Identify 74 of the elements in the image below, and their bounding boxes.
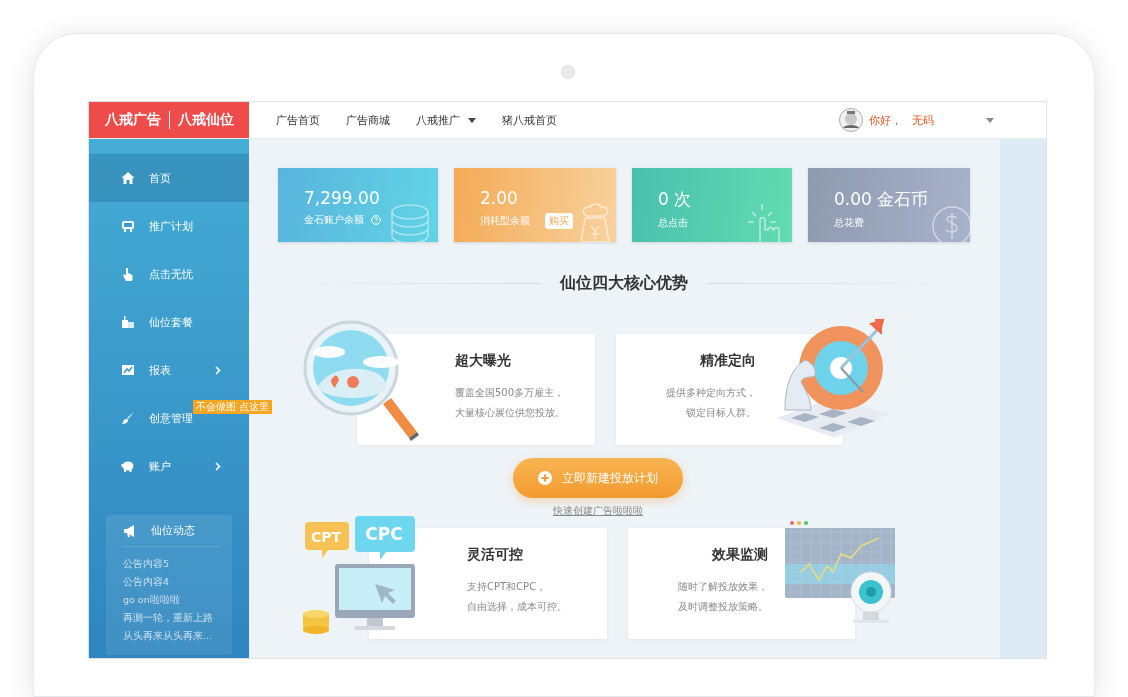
help-icon[interactable]	[371, 215, 381, 225]
coin-stack-drawing	[303, 610, 329, 634]
greeting-text: 你好，	[869, 112, 902, 128]
chart-icon	[121, 363, 135, 377]
feature-text: 随时了解投放效果，	[678, 580, 768, 594]
sidebar-label: 点击无忧	[149, 266, 193, 282]
tip-badge[interactable]: 不会做图 点这里	[193, 400, 273, 414]
section-title: 仙位四大核心优势	[560, 273, 688, 294]
news-link[interactable]: 从头再来从头再来...	[123, 627, 220, 645]
feature-text: 提供多种定向方式，	[666, 386, 756, 400]
nav-link[interactable]: 广告首页	[276, 112, 320, 128]
brush-icon	[121, 411, 135, 425]
plus-icon	[538, 471, 552, 485]
logo-text: 八戒广告	[104, 111, 161, 129]
nav-link[interactable]: 八戒推广	[416, 112, 476, 128]
chevron-right-icon	[215, 461, 221, 471]
stat-value: 7,299.00	[304, 188, 381, 208]
megaphone-icon	[123, 523, 137, 538]
sidebar-item[interactable]: 报表	[89, 346, 249, 394]
sidebar-label: 创意管理	[149, 410, 193, 426]
sidebar-label: 推广计划	[149, 218, 193, 234]
news-link[interactable]: go on啦啦啦	[123, 591, 220, 609]
sidebar-label: 首页	[149, 170, 171, 186]
avatar-icon[interactable]	[839, 108, 863, 132]
feature-text: 大量核心展位供您投放。	[455, 406, 566, 420]
chevron-right-icon	[215, 365, 221, 375]
feature-title: 超大曝光	[455, 352, 512, 370]
caret-icon	[468, 117, 476, 123]
feature-text: 覆盖全国500多万雇主，	[455, 386, 566, 400]
sidebar-label: 仙位套餐	[149, 314, 193, 330]
sidebar-item[interactable]: 点击无忧	[89, 250, 249, 298]
billboard-icon	[121, 219, 135, 233]
stat-value: 0 次	[658, 188, 693, 211]
feature-text: 支持CPT和CPC，	[467, 580, 548, 594]
stat-value: 2.00	[480, 188, 519, 208]
building-icon	[121, 315, 135, 329]
dropdown-caret-icon[interactable]	[986, 117, 994, 123]
nav-link[interactable]: 广告商城	[346, 112, 390, 128]
stat-label: 总点击	[658, 216, 688, 230]
logo-text: 八戒仙位	[177, 111, 234, 129]
bubble-label: CPC	[365, 524, 403, 544]
sidebar-item[interactable]: 首页	[89, 154, 249, 202]
feature-title: 精准定向	[700, 352, 756, 370]
bubble-label: CPT	[310, 529, 342, 545]
feature-text: 及时调整投放策略。	[678, 600, 768, 614]
sidebar-item[interactable]: 仙位套餐	[89, 298, 249, 346]
buy-button[interactable]: 购买	[545, 213, 573, 229]
create-plan-button[interactable]: 立即新建投放计划	[513, 458, 683, 498]
nav-link[interactable]: 猪八戒首页	[502, 112, 557, 128]
stat-value: 0.00 金石币	[834, 188, 929, 211]
news-title: 仙位动态	[151, 523, 195, 538]
news-link[interactable]: 再测一轮，重新上路	[123, 609, 220, 627]
coin-stack-icon	[388, 202, 432, 242]
piggy-bank-icon	[121, 459, 135, 473]
logo[interactable]: 八戒广告 八戒仙位	[89, 102, 249, 138]
user-name[interactable]: 无码	[912, 112, 980, 128]
stat-label: 金石账户余额	[304, 213, 364, 227]
feature-text: 锁定目标人群。	[686, 406, 756, 420]
sidebar-label: 报表	[149, 362, 171, 378]
sidebar-item[interactable]: 创意管理	[89, 394, 193, 442]
pointer-hand-icon	[121, 267, 135, 281]
news-link[interactable]: 公告内容4	[123, 573, 220, 591]
home-icon	[121, 171, 135, 185]
feature-title: 效果监测	[712, 546, 768, 564]
sidebar-label: 账户	[149, 458, 171, 474]
camera-icon	[560, 65, 575, 79]
sidebar-item[interactable]: 账户	[89, 442, 249, 490]
stat-label: 消耗型余额	[480, 214, 530, 228]
quick-create-link[interactable]: 快速创建广告啦啦啦	[553, 504, 643, 518]
feature-title: 灵活可控	[467, 546, 524, 564]
feature-text: 自由选择，成本可控。	[467, 600, 568, 614]
sidebar-item[interactable]: 推广计划	[89, 202, 249, 250]
stat-label: 总花费	[834, 216, 864, 230]
news-link[interactable]: 公告内容5	[123, 555, 220, 573]
